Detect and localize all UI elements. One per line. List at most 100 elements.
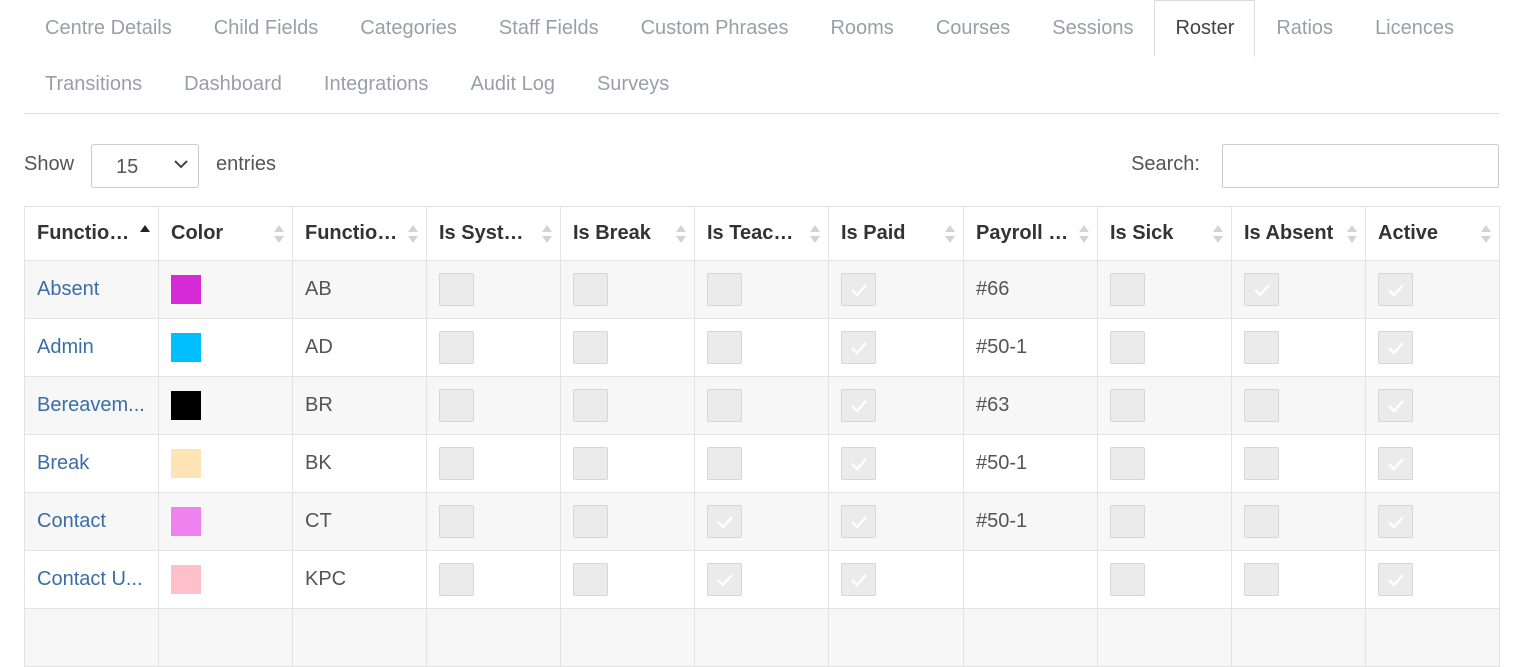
- roster-functions-table: Function ... Color Function ... Is System..…: [24, 206, 1500, 667]
- is-absent-checkbox[interactable]: [1244, 331, 1279, 364]
- is-absent-checkbox[interactable]: [1244, 563, 1279, 596]
- column-header-color[interactable]: Color: [158, 206, 293, 261]
- is-system-checkbox[interactable]: [439, 273, 474, 306]
- is-teaching-checkbox[interactable]: [707, 389, 742, 422]
- is-paid-checkbox[interactable]: [841, 389, 876, 422]
- is-paid-checkbox[interactable]: [841, 447, 876, 480]
- column-header-active[interactable]: Active: [1365, 206, 1500, 261]
- is-sick-checkbox[interactable]: [1110, 505, 1145, 538]
- tab-child-fields[interactable]: Child Fields: [193, 0, 339, 56]
- tab-ratios[interactable]: Ratios: [1255, 0, 1354, 56]
- column-header-is-absent[interactable]: Is Absent: [1231, 206, 1366, 261]
- tab-rooms[interactable]: Rooms: [809, 0, 914, 56]
- function-link[interactable]: Contact: [37, 510, 106, 532]
- column-header-is-paid[interactable]: Is Paid: [828, 206, 964, 261]
- cell-payroll-code: [963, 550, 1098, 609]
- is-paid-checkbox[interactable]: [841, 331, 876, 364]
- column-header-function-name[interactable]: Function ...: [24, 206, 159, 261]
- tab-sessions[interactable]: Sessions: [1031, 0, 1154, 56]
- active-checkbox[interactable]: [1378, 447, 1413, 480]
- is-teaching-checkbox[interactable]: [707, 505, 742, 538]
- cell-is-system: [426, 492, 561, 551]
- column-header-payroll-code[interactable]: Payroll C...: [963, 206, 1098, 261]
- function-link[interactable]: Break: [37, 452, 89, 474]
- is-system-checkbox[interactable]: [439, 563, 474, 596]
- tab-categories[interactable]: Categories: [339, 0, 478, 56]
- color-swatch: [171, 391, 201, 420]
- function-link[interactable]: Bereavem...: [37, 394, 145, 416]
- cell-function-code: BR: [292, 376, 427, 435]
- is-sick-checkbox[interactable]: [1110, 563, 1145, 596]
- cell-function-name: Contact U...: [24, 550, 159, 609]
- function-link[interactable]: Absent: [37, 278, 99, 300]
- is-teaching-checkbox[interactable]: [707, 331, 742, 364]
- page-size-value: 15: [116, 156, 139, 178]
- tab-courses[interactable]: Courses: [915, 0, 1031, 56]
- function-link[interactable]: Contact U...: [37, 568, 143, 590]
- sort-icon: [274, 225, 284, 243]
- is-system-checkbox[interactable]: [439, 505, 474, 538]
- page-size-select[interactable]: 15: [91, 144, 199, 188]
- tab-integrations[interactable]: Integrations: [303, 56, 450, 112]
- is-paid-checkbox[interactable]: [841, 563, 876, 596]
- active-checkbox[interactable]: [1378, 505, 1413, 538]
- active-checkbox[interactable]: [1378, 273, 1413, 306]
- function-link[interactable]: Admin: [37, 336, 94, 358]
- cell-color: [158, 550, 293, 609]
- is-break-checkbox[interactable]: [573, 447, 608, 480]
- table-row: Contact U... KPC: [24, 550, 1500, 609]
- active-checkbox[interactable]: [1378, 389, 1413, 422]
- is-absent-checkbox[interactable]: [1244, 505, 1279, 538]
- is-sick-checkbox[interactable]: [1110, 331, 1145, 364]
- active-checkbox[interactable]: [1378, 563, 1413, 596]
- is-paid-checkbox[interactable]: [841, 273, 876, 306]
- tab-centre-details[interactable]: Centre Details: [24, 0, 193, 56]
- cell-is-sick: [1097, 260, 1232, 319]
- checkmark-icon: [717, 516, 733, 529]
- is-sick-checkbox[interactable]: [1110, 389, 1145, 422]
- cell-function-name: Break: [24, 434, 159, 493]
- column-header-is-system[interactable]: Is System...: [426, 206, 561, 261]
- is-teaching-checkbox[interactable]: [707, 447, 742, 480]
- is-break-checkbox[interactable]: [573, 331, 608, 364]
- tab-licences[interactable]: Licences: [1354, 0, 1475, 56]
- cell-is-absent: [1231, 434, 1366, 493]
- tab-surveys[interactable]: Surveys: [576, 56, 690, 112]
- column-header-is-sick[interactable]: Is Sick: [1097, 206, 1232, 261]
- is-sick-checkbox[interactable]: [1110, 447, 1145, 480]
- column-header-is-teaching[interactable]: Is Teaching: [694, 206, 829, 261]
- cell-is-sick: [1097, 550, 1232, 609]
- is-system-checkbox[interactable]: [439, 389, 474, 422]
- cell-active: [1365, 434, 1500, 493]
- is-teaching-checkbox[interactable]: [707, 563, 742, 596]
- is-sick-checkbox[interactable]: [1110, 273, 1145, 306]
- search-input[interactable]: [1222, 144, 1499, 188]
- is-absent-checkbox[interactable]: [1244, 389, 1279, 422]
- is-system-checkbox[interactable]: [439, 447, 474, 480]
- active-checkbox[interactable]: [1378, 331, 1413, 364]
- is-absent-checkbox[interactable]: [1244, 447, 1279, 480]
- is-teaching-checkbox[interactable]: [707, 273, 742, 306]
- tab-audit-log[interactable]: Audit Log: [449, 56, 576, 112]
- tab-dashboard[interactable]: Dashboard: [163, 56, 303, 112]
- is-paid-checkbox[interactable]: [841, 505, 876, 538]
- tab-staff-fields[interactable]: Staff Fields: [478, 0, 620, 56]
- checkmark-icon: [1388, 516, 1404, 529]
- tab-custom-phrases[interactable]: Custom Phrases: [620, 0, 810, 56]
- cell-is-paid: [828, 550, 964, 609]
- is-break-checkbox[interactable]: [573, 273, 608, 306]
- tab-row-1: Centre Details Child Fields Categories Staf…: [24, 0, 1475, 58]
- sort-icon: [945, 225, 955, 243]
- is-break-checkbox[interactable]: [573, 505, 608, 538]
- is-break-checkbox[interactable]: [573, 389, 608, 422]
- sort-ascending-icon: [140, 225, 150, 232]
- column-header-function-code[interactable]: Function ...: [292, 206, 427, 261]
- is-break-checkbox[interactable]: [573, 563, 608, 596]
- tab-transitions[interactable]: Transitions: [24, 56, 163, 112]
- tab-roster[interactable]: Roster: [1154, 0, 1256, 57]
- is-absent-checkbox[interactable]: [1244, 273, 1279, 306]
- column-header-is-break[interactable]: Is Break: [560, 206, 695, 261]
- checkmark-icon: [1388, 574, 1404, 587]
- is-system-checkbox[interactable]: [439, 331, 474, 364]
- column-header-label: Is Sick: [1110, 222, 1174, 244]
